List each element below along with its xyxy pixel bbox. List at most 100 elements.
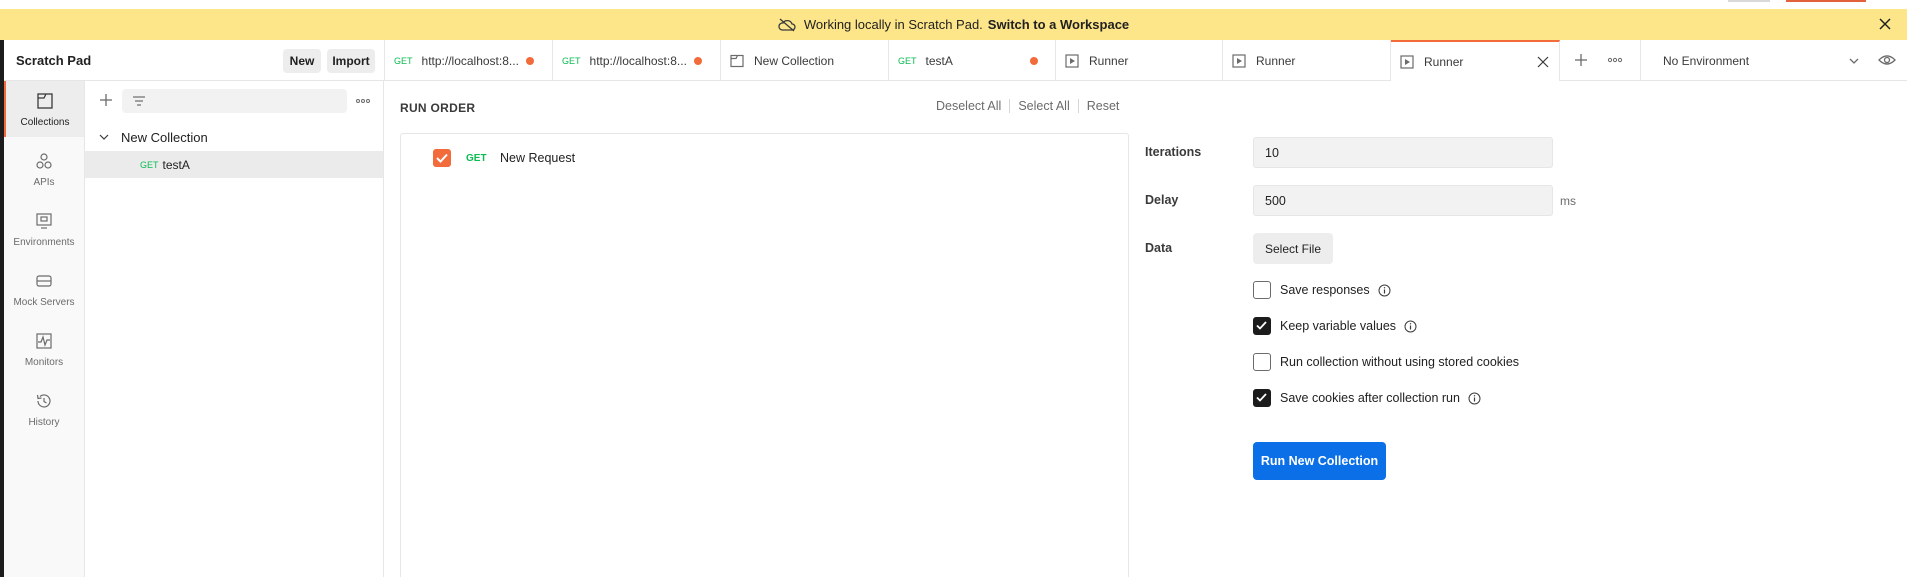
rail-item-mock-servers[interactable]: Mock Servers [4, 261, 84, 317]
tab-request-localhost-1[interactable]: GET http://localhost:8... [385, 40, 553, 81]
request-name: New Request [500, 151, 576, 165]
monitors-icon [36, 333, 52, 349]
rail-item-history[interactable]: History [4, 381, 84, 437]
option-save-cookies: Save cookies after collection run [1253, 388, 1481, 408]
import-button[interactable]: Import [327, 49, 375, 73]
iterations-input[interactable]: 10 [1253, 137, 1553, 168]
divider [1009, 99, 1011, 113]
request-method: GET [466, 153, 487, 164]
option-label: Save cookies after collection run [1280, 391, 1460, 405]
collection-icon [730, 54, 744, 67]
delay-input[interactable]: 500 [1253, 185, 1553, 216]
tab-request-localhost-2[interactable]: GET http://localhost:8... [553, 40, 721, 81]
tab-method: GET [394, 55, 413, 66]
divider [1077, 99, 1079, 113]
environment-selected-label: No Environment [1663, 53, 1750, 68]
deselect-all-link[interactable]: Deselect All [936, 99, 1001, 113]
rail-label: Environments [13, 237, 75, 248]
unsaved-dot-icon [694, 57, 702, 65]
rail-label: APIs [33, 177, 55, 188]
info-icon[interactable] [1378, 284, 1391, 297]
filter-icon[interactable] [132, 95, 146, 107]
apis-icon [36, 153, 52, 169]
info-icon[interactable] [1468, 392, 1481, 405]
banner-text: Working locally in Scratch Pad. [803, 17, 983, 32]
request-tree-item[interactable]: GET testA [85, 151, 383, 178]
new-tab-plus-icon[interactable] [1573, 52, 1589, 68]
delay-unit: ms [1560, 194, 1576, 208]
checkmark-icon [1256, 393, 1267, 402]
run-without-cookies-checkbox[interactable] [1253, 353, 1271, 371]
tab-runner-2[interactable]: Runner [1223, 40, 1391, 81]
collections-icon [37, 93, 53, 109]
rail-item-apis[interactable]: APIs [4, 141, 84, 197]
environments-icon [36, 213, 52, 229]
tab-runner-active[interactable]: Runner [1391, 40, 1560, 81]
collection-tree-item[interactable]: New Collection [85, 123, 383, 151]
keep-variable-values-checkbox[interactable] [1253, 317, 1271, 335]
add-collection-plus-icon[interactable] [99, 93, 113, 107]
header-bar: Scratch Pad New Import GET http://localh… [4, 40, 1907, 81]
runner-icon [1232, 53, 1246, 68]
tab-label: http://localhost:8... [421, 53, 519, 68]
select-all-link[interactable]: Select All [1018, 99, 1069, 113]
tab-runner-1[interactable]: Runner [1056, 40, 1223, 81]
top-strip [0, 0, 1907, 9]
run-collection-button[interactable]: Run New Collection [1253, 442, 1386, 480]
icon-rail: Collections APIs Environments Mock Serve… [4, 81, 85, 577]
tab-label: Runner [1089, 53, 1129, 68]
save-cookies-checkbox[interactable] [1253, 389, 1271, 407]
switch-workspace-link[interactable]: Switch to a Workspace [988, 17, 1129, 32]
request-checkbox[interactable] [433, 149, 451, 167]
chevron-down-icon [1849, 58, 1859, 64]
info-icon[interactable] [1404, 320, 1417, 333]
option-label: Keep variable values [1280, 319, 1397, 333]
top-strip-segment [1728, 0, 1770, 2]
search-input[interactable] [122, 89, 347, 113]
top-strip-accent-segment [1786, 0, 1866, 2]
select-file-button[interactable]: Select File [1253, 233, 1333, 264]
more-options-icon[interactable] [355, 94, 371, 108]
collections-sidebar: New Collection GET testA [85, 81, 384, 577]
tab-label: Runner [1424, 54, 1464, 69]
rail-label: Mock Servers [13, 297, 75, 308]
tab-request-testa[interactable]: GET testA [889, 40, 1056, 81]
tab-label: testA [925, 53, 953, 68]
option-keep-variable-values: Keep variable values [1253, 316, 1417, 336]
rail-item-collections[interactable]: Collections [4, 81, 84, 137]
rail-label: Monitors [24, 357, 64, 368]
tab-method: GET [562, 55, 581, 66]
request-method: GET [140, 159, 159, 170]
checkmark-icon [1256, 321, 1267, 330]
chevron-down-icon[interactable] [99, 132, 109, 142]
tab-method: GET [898, 55, 917, 66]
rail-label: History [28, 417, 60, 428]
new-button[interactable]: New [283, 49, 321, 73]
tab-label: Runner [1256, 53, 1296, 68]
environment-selector[interactable]: No Environment [1640, 40, 1878, 81]
request-name: testA [162, 157, 190, 172]
run-order-actions: Deselect All Select All Reset [936, 99, 1119, 113]
unsaved-dot-icon [526, 57, 534, 65]
rail-item-monitors[interactable]: Monitors [4, 321, 84, 377]
checkmark-icon [436, 153, 448, 163]
collection-name: New Collection [121, 129, 208, 145]
option-label: Save responses [1280, 283, 1370, 297]
iterations-label: Iterations [1145, 145, 1202, 159]
option-run-without-cookies: Run collection without using stored cook… [1253, 352, 1519, 372]
scratch-pad-banner: Working locally in Scratch Pad. Switch t… [0, 9, 1907, 40]
tab-label: http://localhost:8... [589, 53, 687, 68]
more-options-icon[interactable] [1607, 52, 1623, 68]
tab-new-collection[interactable]: New Collection [721, 40, 889, 81]
run-order-list: GET New Request [400, 133, 1129, 577]
run-order-title: RUN ORDER [400, 101, 476, 115]
rail-item-environments[interactable]: Environments [4, 201, 84, 257]
close-tab-icon[interactable] [1537, 56, 1549, 68]
close-icon[interactable] [1877, 16, 1893, 32]
save-responses-checkbox[interactable] [1253, 281, 1271, 299]
reset-link[interactable]: Reset [1087, 99, 1120, 113]
runner-icon [1065, 53, 1079, 68]
option-save-responses: Save responses [1253, 280, 1391, 300]
unsaved-dot-icon [1030, 57, 1038, 65]
eye-icon[interactable] [1878, 52, 1896, 68]
